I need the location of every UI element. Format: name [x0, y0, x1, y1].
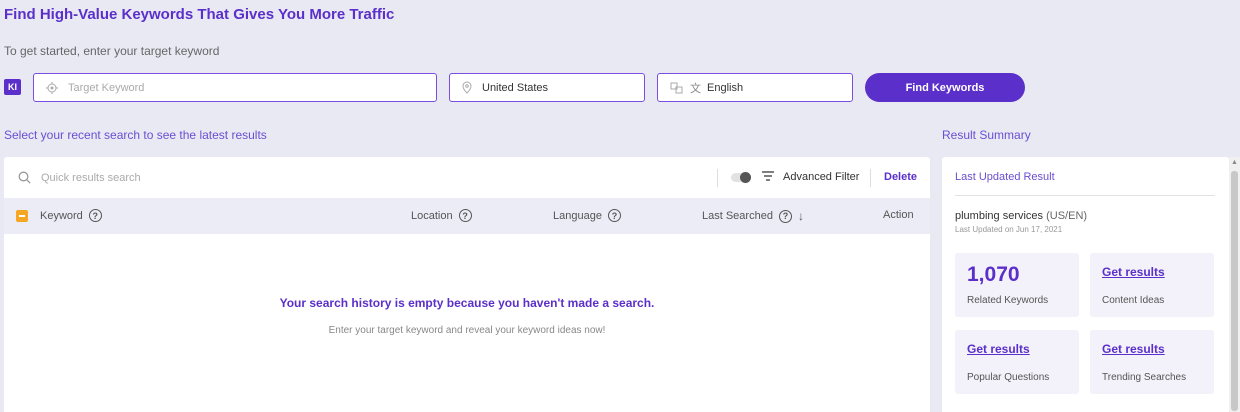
sort-arrow-down-icon[interactable]: ↓: [798, 209, 804, 223]
target-keyword-field[interactable]: [33, 73, 437, 102]
help-icon[interactable]: ?: [88, 209, 102, 222]
get-results-link[interactable]: Get results: [967, 342, 1030, 356]
popular-questions-card: Get results Popular Questions: [955, 330, 1079, 394]
page-title: Find High-Value Keywords That Gives You …: [4, 6, 395, 23]
language-flag-icon: 文: [690, 82, 701, 95]
divider: [870, 169, 871, 187]
page-subtitle: To get started, enter your target keywor…: [4, 44, 220, 58]
language-select[interactable]: 文 English: [657, 73, 853, 102]
column-keyword[interactable]: Keyword ?: [40, 209, 102, 222]
summary-updated-date: Last Updated on Jun 17, 2021: [955, 225, 1063, 234]
help-icon[interactable]: ?: [458, 209, 472, 222]
help-icon[interactable]: ?: [778, 209, 792, 223]
empty-state-title: Your search history is empty because you…: [279, 296, 655, 310]
target-keyword-input[interactable]: [68, 81, 368, 94]
content-ideas-card: Get results Content Ideas: [1090, 253, 1214, 317]
last-updated-result-header: Last Updated Result: [955, 171, 1055, 183]
crosshair-icon: [46, 81, 58, 94]
column-location[interactable]: Location ?: [411, 209, 472, 222]
location-value: United States: [482, 81, 549, 94]
select-all-checkbox[interactable]: [16, 210, 28, 222]
get-results-link[interactable]: Get results: [1102, 342, 1165, 356]
column-action: Action: [883, 209, 914, 221]
search-icon: [18, 171, 31, 184]
scroll-up-icon[interactable]: ▲: [1231, 159, 1238, 166]
recent-searches-label: Select your recent search to see the lat…: [4, 128, 267, 142]
filter-icon: [762, 171, 774, 181]
table-header: Keyword ? Location ? Language ? Last Sea…: [4, 198, 930, 234]
location-select[interactable]: United States: [449, 73, 645, 102]
scrollbar-thumb[interactable]: [1231, 171, 1238, 411]
advanced-filter-button[interactable]: Advanced Filter: [783, 171, 859, 183]
recent-searches-panel: Quick results search Advanced Filter Del…: [4, 157, 930, 412]
column-last-searched[interactable]: Last Searched ? ↓: [702, 209, 804, 223]
ki-badge: KI: [4, 79, 21, 95]
quick-results-search-input[interactable]: Quick results search: [41, 172, 141, 184]
trending-searches-card: Get results Trending Searches: [1090, 330, 1214, 394]
divider: [955, 195, 1215, 196]
translate-icon: [670, 82, 684, 94]
find-keywords-button[interactable]: Find Keywords: [865, 73, 1025, 102]
get-results-link[interactable]: Get results: [1102, 265, 1165, 279]
summary-scrollbar[interactable]: ▲: [1229, 157, 1240, 412]
related-keywords-card[interactable]: 1,070 Related Keywords: [955, 253, 1079, 317]
result-summary-label: Result Summary: [942, 128, 1031, 142]
help-icon[interactable]: ?: [607, 209, 621, 222]
advanced-filter-toggle[interactable]: [731, 172, 751, 183]
summary-keyword: plumbing services (US/EN): [955, 210, 1088, 222]
language-value: English: [707, 81, 744, 94]
location-pin-icon: [462, 81, 472, 94]
divider: [717, 169, 718, 187]
delete-button[interactable]: Delete: [884, 171, 917, 183]
empty-state-subtitle: Enter your target keyword and reveal you…: [328, 325, 606, 336]
column-language[interactable]: Language ?: [553, 209, 621, 222]
result-summary-panel: Last Updated Result plumbing services (U…: [942, 157, 1229, 412]
